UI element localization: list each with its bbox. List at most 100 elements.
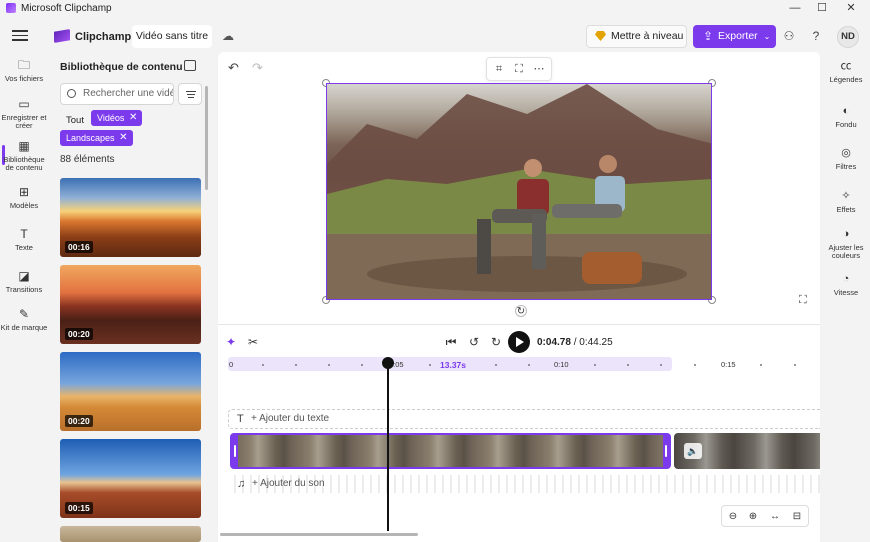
chevron-down-icon: ⌄	[763, 32, 771, 41]
text-icon: T	[20, 227, 28, 241]
window-title: Microsoft Clipchamp	[21, 2, 112, 14]
timeline-layout-icon[interactable]: ⊟	[790, 510, 804, 524]
panel-captions[interactable]: ㏄ Légendes	[822, 59, 870, 84]
nav-item-brand-kit[interactable]: ✎ Kit de marque	[0, 307, 48, 332]
panel-label: Filtres	[835, 162, 857, 171]
panel-label: Vitesse	[833, 288, 859, 297]
avatar[interactable]: ND	[837, 26, 859, 48]
more-icon[interactable]: ⋯	[533, 63, 545, 75]
fit-timeline-icon[interactable]: ↔	[768, 510, 782, 524]
clip-trim-handle-left[interactable]	[232, 435, 238, 467]
video-thumbnail[interactable]	[60, 526, 201, 542]
zoom-controls: ⊖ ⊕ ↔ ⊟	[721, 505, 809, 527]
panel-label: Légendes	[829, 75, 863, 84]
ruler-dot	[594, 364, 596, 366]
adjust-colors-icon: ◑	[842, 228, 850, 240]
ruler-dot	[528, 364, 530, 366]
help-icon[interactable]: ?	[809, 29, 823, 43]
video-thumbnail[interactable]: 00:20	[60, 352, 201, 431]
add-text-track[interactable]: T + Ajouter du texte	[228, 409, 820, 429]
preview-stage: ↶ ↷ ⌗ ⛶ ⋯ ↻ ⛶	[218, 52, 820, 324]
video-thumbnail[interactable]: 00:15	[60, 439, 201, 518]
cloud-sync-off-icon[interactable]: ☁	[222, 29, 238, 43]
speaker-icon[interactable]: 🔈	[684, 443, 702, 459]
zoom-in-icon[interactable]: ⊕	[746, 510, 760, 524]
filter-button[interactable]	[178, 83, 202, 105]
playhead[interactable]	[387, 363, 389, 531]
speed-icon: ◔	[842, 273, 850, 285]
video-preview[interactable]	[326, 83, 712, 300]
nav-item-record-create[interactable]: ▭ Enregistrer et créer	[0, 97, 48, 130]
ruler-tick: 0:10	[554, 360, 569, 369]
ruler-tick: 0	[229, 360, 234, 369]
close-icon[interactable]: ✕	[129, 110, 137, 126]
zoom-out-icon[interactable]: ⊖	[726, 510, 740, 524]
timeline-scrollbar[interactable]	[220, 533, 418, 536]
magic-sparkle-icon[interactable]: ✦	[224, 335, 238, 349]
rewind-5s-icon[interactable]: ↺	[467, 335, 481, 349]
clip-trim-handle-right[interactable]	[663, 435, 669, 467]
templates-icon: ⊞	[18, 185, 30, 199]
nav-item-content-library[interactable]: ▦ Bibliothèque de contenu	[0, 139, 48, 172]
search-icon	[67, 89, 76, 98]
play-button[interactable]	[508, 331, 530, 353]
ruler-dot	[328, 364, 330, 366]
export-button[interactable]: ⇪ Exporter ⌄	[693, 25, 776, 48]
nav-item-transitions[interactable]: ◪ Transitions	[0, 269, 48, 294]
camera-icon: ▭	[18, 97, 30, 111]
ruler-dot	[694, 364, 696, 366]
ruler-dot	[361, 364, 363, 366]
undo-icon[interactable]: ↶	[228, 61, 242, 75]
split-scissors-icon[interactable]: ✂	[246, 335, 260, 349]
close-button[interactable]: ✕	[836, 0, 866, 16]
chip-videos[interactable]: Vidéos ✕	[91, 110, 143, 126]
fullscreen-icon[interactable]: ⛶	[799, 294, 811, 306]
video-thumbnail[interactable]: 00:16	[60, 178, 201, 257]
nav-item-your-files[interactable]: 🗀 Vos fichiers	[0, 58, 48, 83]
hamburger-menu-icon[interactable]	[12, 27, 28, 41]
forward-5s-icon[interactable]: ↻	[489, 335, 503, 349]
library-scrollbar[interactable]	[205, 86, 208, 190]
redo-icon[interactable]: ↷	[252, 61, 266, 75]
folder-icon: 🗀	[17, 58, 30, 72]
maximize-button[interactable]: ☐	[807, 0, 837, 16]
duration-badge: 00:20	[65, 328, 93, 340]
project-title-field[interactable]: Vidéo sans titre	[132, 25, 212, 48]
nav-label: Texte	[15, 243, 33, 252]
nav-item-templates[interactable]: ⊞ Modèles	[0, 185, 48, 210]
selected-video-clip[interactable]	[230, 433, 671, 469]
panel-speed[interactable]: ◔ Vitesse	[822, 272, 870, 297]
filter-all-chip[interactable]: Tout	[60, 112, 90, 129]
fade-icon: ◐	[842, 105, 850, 117]
nav-item-text[interactable]: T Texte	[0, 227, 48, 252]
search-placeholder: Rechercher une vidéo	[83, 88, 174, 99]
video-thumbnail[interactable]: 00:20	[60, 265, 201, 344]
panel-filters[interactable]: ◎ Filtres	[822, 146, 870, 171]
close-icon[interactable]: ✕	[119, 130, 127, 146]
ruler-dot	[429, 364, 431, 366]
floating-toolbar: ⌗ ⛶ ⋯	[486, 57, 552, 81]
chip-landscapes[interactable]: Landscapes ✕	[60, 130, 133, 146]
panel-label: Effets	[836, 205, 856, 214]
video-frame-illustration	[327, 84, 711, 299]
fit-icon[interactable]: ⛶	[513, 63, 525, 75]
add-audio-label: + Ajouter du son	[252, 478, 325, 489]
rotate-icon[interactable]: ↻	[515, 305, 527, 317]
skip-back-icon[interactable]: ⏮	[444, 335, 458, 349]
panel-effects[interactable]: ✧ Effets	[822, 189, 870, 214]
collapse-panel-icon[interactable]	[184, 60, 196, 71]
selection-length: 13.37s	[440, 360, 466, 370]
ruler-dot	[660, 364, 662, 366]
timecode: 0:04.78 / 0:44.25	[537, 337, 613, 348]
share-people-icon[interactable]: ⚇	[782, 29, 796, 43]
crop-icon[interactable]: ⌗	[493, 63, 505, 75]
upgrade-button[interactable]: Mettre à niveau	[586, 25, 687, 48]
search-input[interactable]: Rechercher une vidéo	[60, 83, 174, 105]
playhead-handle[interactable]	[382, 357, 394, 369]
panel-fade[interactable]: ◐ Fondu	[822, 104, 870, 129]
minimize-button[interactable]: —	[780, 0, 810, 16]
panel-adjust-colors[interactable]: ◑ Ajuster les couleurs	[822, 227, 870, 260]
upload-icon: ⇪	[703, 29, 714, 43]
add-audio-track[interactable]: ♫ + Ajouter du son	[228, 475, 820, 493]
brand-kit-icon: ✎	[18, 307, 30, 321]
